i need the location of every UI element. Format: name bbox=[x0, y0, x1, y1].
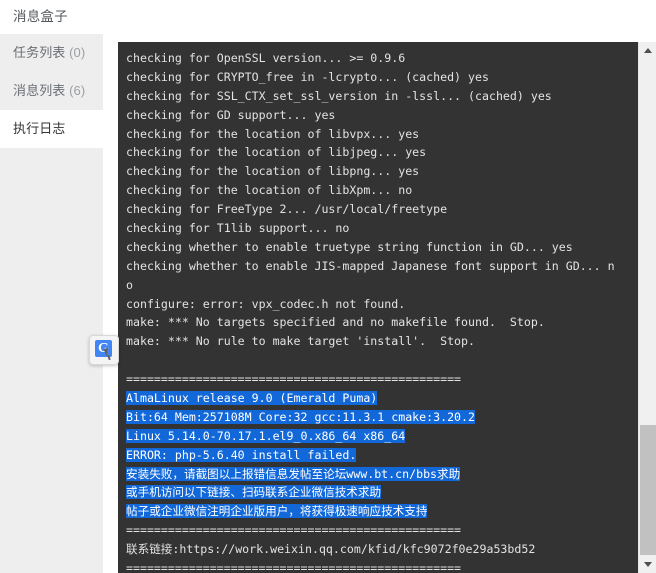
log-line: checking whether to enable JIS-mapped Ja… bbox=[126, 258, 615, 273]
message-box-window: 消息盒子 任务列表 (0) 消息列表 (6) 执行日志 checking for O… bbox=[0, 0, 656, 573]
log-line: 或手机访问以下链接、扫码联系企业微信技术求助 bbox=[126, 483, 638, 502]
log-line: 联系链接:https://work.weixin.qq.com/kfid/kfc… bbox=[126, 542, 536, 557]
log-line: checking for the location of libvpx... y… bbox=[126, 126, 420, 141]
sidebar-item-label: 消息列表 bbox=[13, 83, 66, 98]
sidebar-item-count: (6) bbox=[69, 83, 86, 98]
log-line: Linux 5.14.0-70.17.1.el9_0.x86_64 x86_64 bbox=[126, 427, 638, 446]
log-line: 安装失败，请截图以上报错信息发帖至论坛www.bt.cn/bbs求助 bbox=[126, 465, 638, 484]
log-line: checking for the location of libXpm... n… bbox=[126, 183, 413, 198]
google-translate-icon[interactable]: G bbox=[89, 335, 119, 365]
vertical-scrollbar[interactable] bbox=[638, 42, 656, 573]
scrollbar-down-arrow-icon[interactable] bbox=[639, 556, 656, 573]
sidebar-title: 消息盒子 bbox=[0, 0, 103, 34]
log-line: 帖子或企业微信注明企业版用户，将获得极速响应技术支持 bbox=[126, 502, 638, 521]
log-line: AlmaLinux release 9.0 (Emerald Puma) bbox=[126, 389, 638, 408]
selected-log-text: Bit:64 Mem:257108M Core:32 gcc:11.3.1 cm… bbox=[126, 409, 476, 424]
sidebar-item-label: 执行日志 bbox=[13, 121, 66, 136]
log-line: make: *** No rule to make target 'instal… bbox=[126, 334, 476, 349]
log-line: checking for CRYPTO_free in -lcrypto... … bbox=[126, 69, 489, 84]
selected-log-text: AlmaLinux release 9.0 (Emerald Puma) bbox=[126, 391, 378, 406]
sidebar-item-count: (0) bbox=[69, 45, 86, 60]
log-line: Bit:64 Mem:257108M Core:32 gcc:11.3.1 cm… bbox=[126, 408, 638, 427]
selected-log-text: Linux 5.14.0-70.17.1.el9_0.x86_64 x86_64 bbox=[126, 428, 406, 443]
log-line: checking for SSL_CTX_set_ssl_version in … bbox=[126, 88, 552, 103]
scrollbar-up-arrow-icon[interactable] bbox=[639, 42, 656, 59]
selected-log-text: 帖子或企业微信注明企业版用户，将获得极速响应技术支持 bbox=[126, 504, 428, 519]
scrollbar-thumb[interactable] bbox=[640, 425, 656, 555]
log-line: checking for T1lib support... no bbox=[126, 221, 350, 236]
log-line: ========================================… bbox=[126, 523, 462, 538]
log-line: make: *** No targets specified and no ma… bbox=[126, 315, 545, 330]
log-line: configure: error: vpx_codec.h not found. bbox=[126, 296, 406, 311]
log-line: checking for GD support... yes bbox=[126, 107, 336, 122]
sidebar-item-label: 任务列表 bbox=[13, 45, 66, 60]
selected-log-text: 安装失败，请截图以上报错信息发帖至论坛www.bt.cn/bbs求助 bbox=[126, 466, 461, 481]
log-line: checking for FreeType 2... /usr/local/fr… bbox=[126, 202, 448, 217]
log-line: o bbox=[126, 277, 133, 292]
sidebar-item-message-list[interactable]: 消息列表 (6) bbox=[0, 72, 103, 110]
execution-log-output[interactable]: checking for OpenSSL version... >= 0.9.6… bbox=[118, 42, 638, 573]
selected-log-text: 或手机访问以下链接、扫码联系企业微信技术求助 bbox=[126, 485, 382, 500]
sidebar-item-execution-log[interactable]: 执行日志 bbox=[0, 110, 103, 148]
sidebar-item-task-list[interactable]: 任务列表 (0) bbox=[0, 34, 103, 72]
selected-log-text: ERROR: php-5.6.40 install failed. bbox=[126, 447, 357, 462]
log-line: checking for the location of libjpeg... … bbox=[126, 145, 427, 160]
log-line: ERROR: php-5.6.40 install failed. bbox=[126, 446, 638, 465]
sidebar: 消息盒子 任务列表 (0) 消息列表 (6) 执行日志 bbox=[0, 0, 103, 573]
log-line: checking whether to enable truetype stri… bbox=[126, 239, 573, 254]
log-line: ========================================… bbox=[126, 561, 462, 573]
log-line: checking for the location of libpng... y… bbox=[126, 164, 420, 179]
log-line: ========================================… bbox=[126, 372, 462, 387]
sidebar-empty-area bbox=[0, 148, 103, 573]
sidebar-nav: 任务列表 (0) 消息列表 (6) 执行日志 bbox=[0, 34, 103, 148]
log-line: checking for OpenSSL version... >= 0.9.6 bbox=[126, 51, 406, 65]
